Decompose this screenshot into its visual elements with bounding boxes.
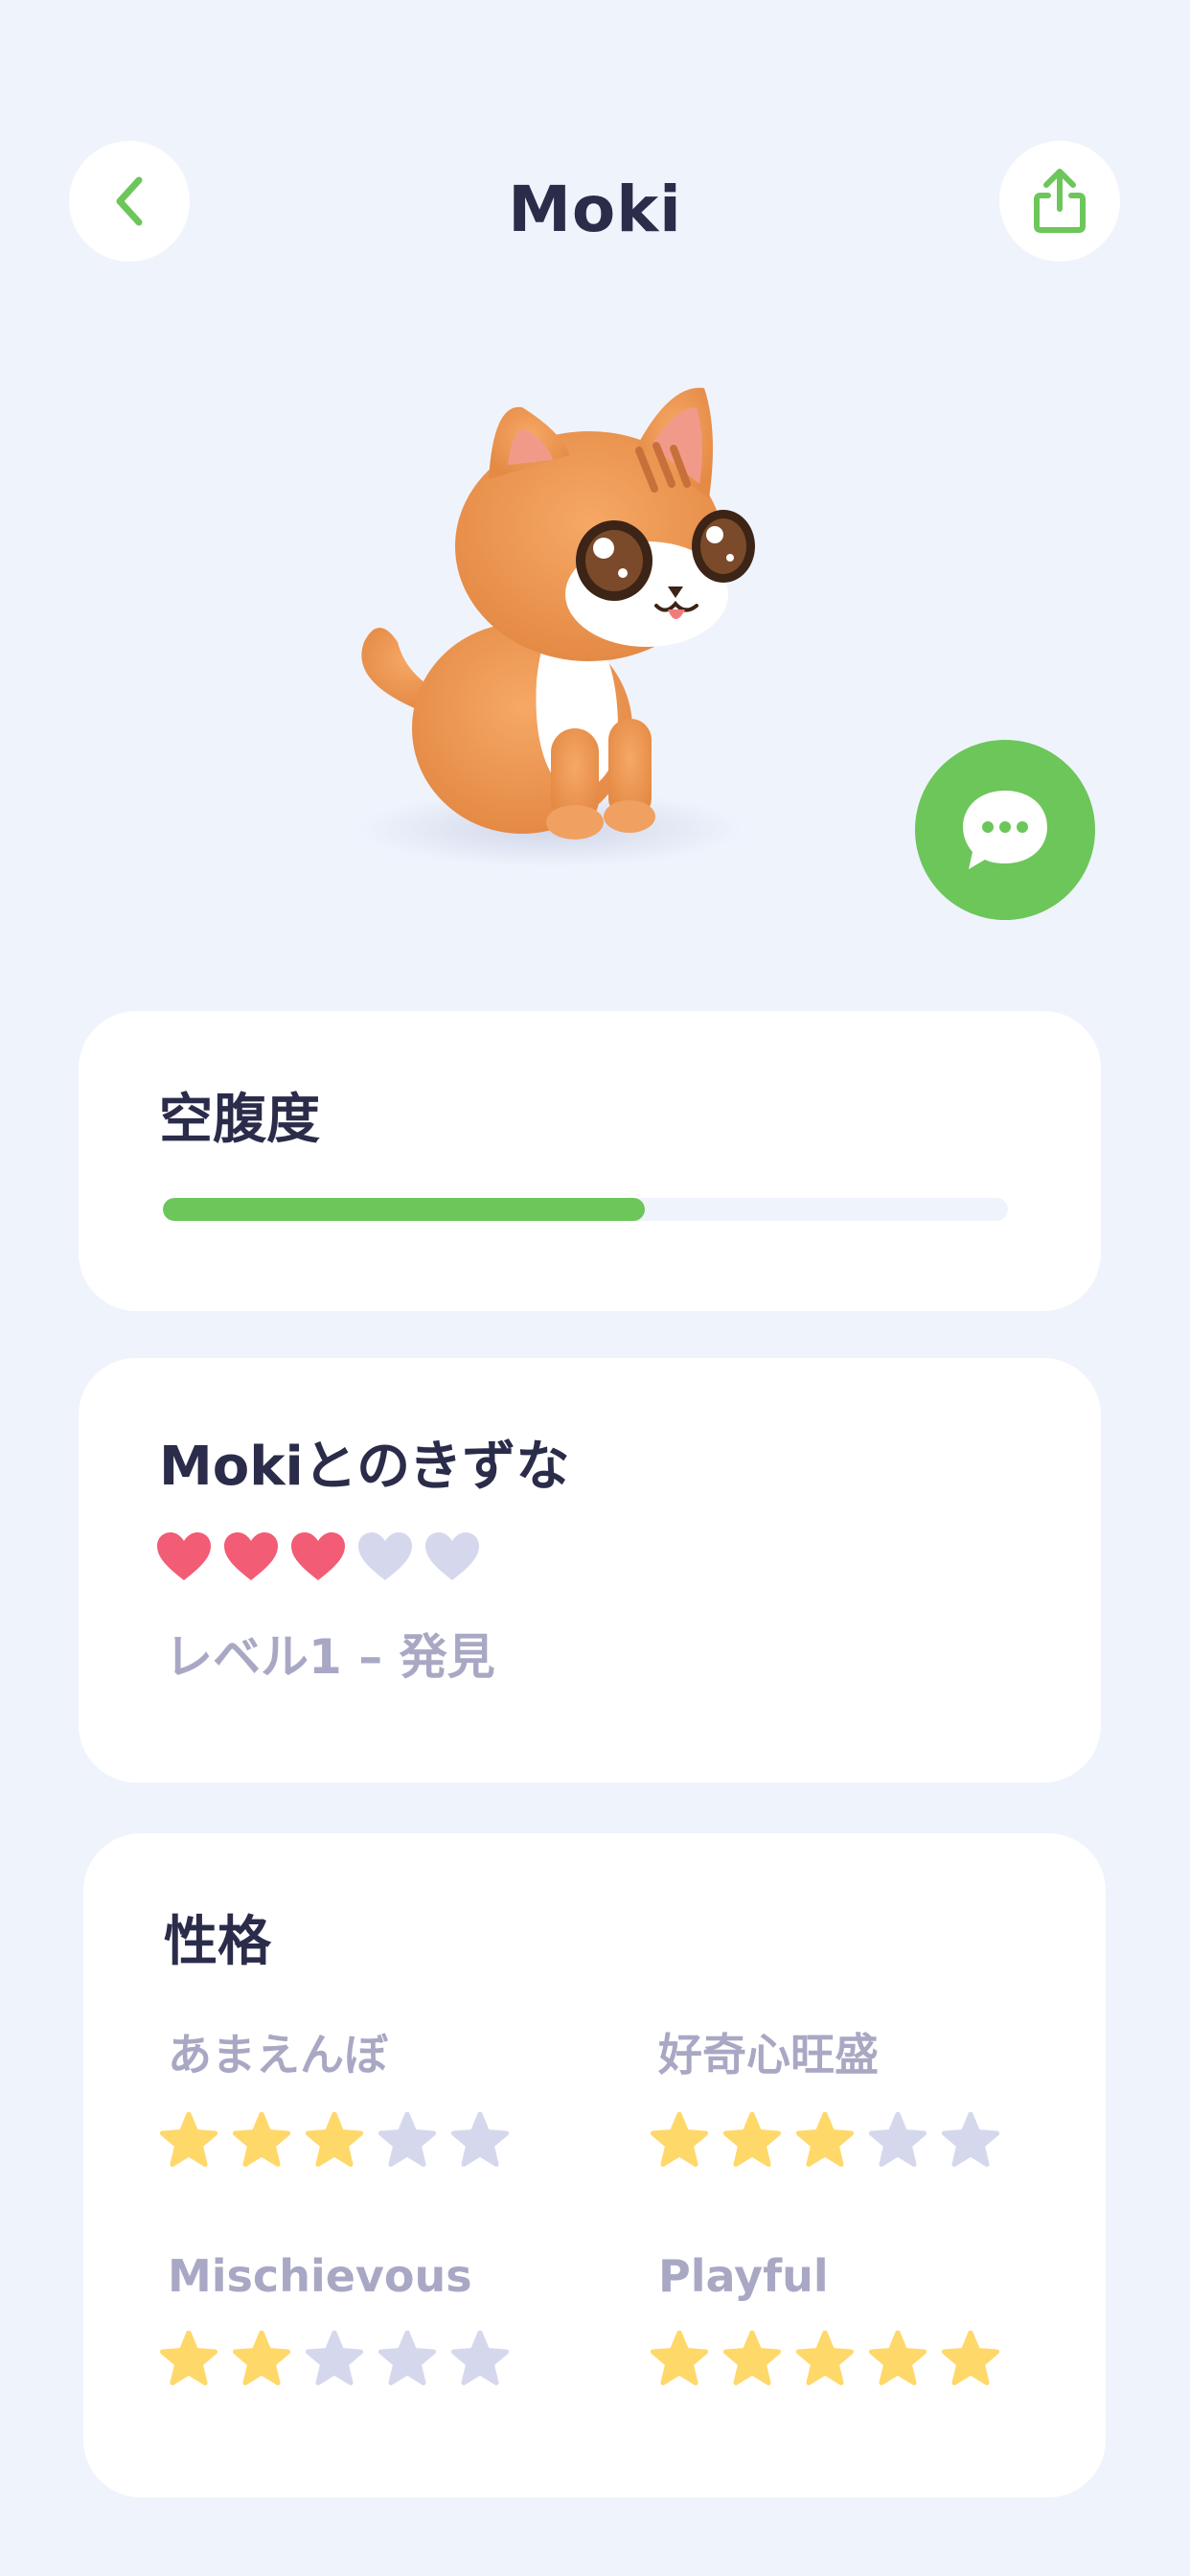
bond-level-text: レベル1 – 発見 [165,1629,495,1685]
trait-stars [160,2331,509,2386]
star-filled-icon [942,2331,999,2385]
heart-filled-icon [291,1532,345,1580]
star-filled-icon [796,2331,854,2385]
trait-1: 好奇心旺盛 [651,2020,999,2168]
cat-illustration [359,387,755,867]
heart-filled-icon [157,1532,211,1580]
star-filled-icon [796,2112,854,2167]
star-empty-icon [869,2112,927,2167]
trait-label: Playful [658,2250,829,2302]
share-icon [1034,169,1086,233]
pet-illustration [331,364,790,882]
bond-title: Mokiとのきずな [159,1436,570,1498]
trait-2: Mischievous [160,2250,509,2386]
star-empty-icon [378,2331,436,2385]
bond-card: Mokiとのきずな レベル1 – 発見 [79,1358,1101,1782]
star-filled-icon [869,2331,927,2385]
personality-card: 性格 あまえんぼ 好奇心旺盛 Mischievous Playful [83,1833,1106,2497]
trait-stars [160,2112,509,2168]
star-filled-icon [160,2112,217,2167]
personality-title: 性格 [164,1911,271,1973]
hunger-card: 空腹度 [79,1011,1101,1311]
trait-label: Mischievous [168,2250,472,2302]
hunger-progress-bar [163,1198,1008,1221]
star-filled-icon [160,2331,217,2385]
trait-label: あまえんぼ [168,2029,388,2081]
star-filled-icon [723,2112,781,2167]
hunger-progress-fill [163,1198,645,1221]
star-filled-icon [723,2331,781,2385]
bond-hearts [155,1530,481,1584]
heart-filled-icon [224,1532,278,1580]
star-empty-icon [451,2112,509,2167]
star-empty-icon [378,2112,436,2167]
star-filled-icon [651,2112,708,2167]
share-button[interactable] [999,141,1120,262]
star-empty-icon [942,2112,999,2167]
chat-bubble-icon [963,791,1047,869]
star-filled-icon [233,2331,290,2385]
star-filled-icon [651,2331,708,2385]
trait-label: 好奇心旺盛 [658,2029,879,2081]
trait-stars [651,2331,999,2386]
trait-3: Playful [651,2250,999,2386]
star-filled-icon [306,2112,363,2167]
heart-empty-icon [358,1532,412,1580]
trait-stars [651,2112,999,2168]
heart-empty-icon [425,1532,479,1580]
chat-button[interactable] [915,740,1095,920]
star-filled-icon [233,2112,290,2167]
star-empty-icon [451,2331,509,2385]
hunger-title: 空腹度 [159,1089,320,1151]
star-empty-icon [306,2331,363,2385]
trait-0: あまえんぼ [160,2020,509,2168]
